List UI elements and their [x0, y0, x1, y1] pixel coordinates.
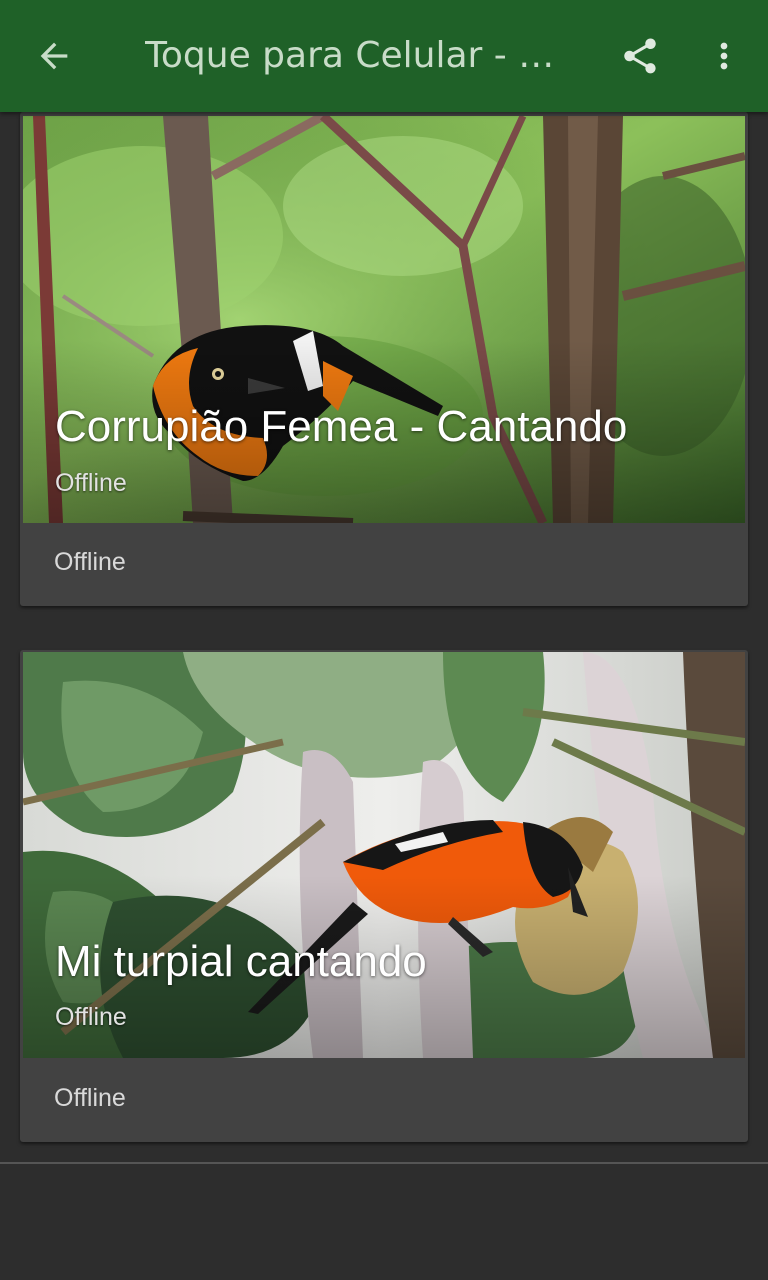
bird-photo: [23, 652, 745, 1058]
app-bar: Toque para Celular - Corrupião: [0, 0, 768, 112]
share-icon: [624, 38, 656, 74]
ringtone-card[interactable]: Corrupião Femea - Cantando Offline Offli…: [20, 112, 748, 606]
card-image[interactable]: Mi turpial cantando Offline: [23, 652, 745, 1058]
page-title: Toque para Celular - Corrupião: [145, 35, 575, 76]
share-button[interactable]: [606, 22, 674, 90]
bird-photo: [23, 116, 745, 523]
card-status: Offline: [54, 1084, 126, 1112]
ringtone-card[interactable]: Mi turpial cantando Offline Offline: [20, 650, 748, 1142]
arrow-left-icon: [40, 42, 68, 70]
more-vert-icon: [720, 42, 728, 70]
more-options-button[interactable]: [690, 22, 758, 90]
card-subtitle: Offline: [55, 469, 127, 497]
bottom-divider: [0, 1162, 768, 1164]
card-title: Mi turpial cantando: [55, 937, 427, 986]
back-button[interactable]: [20, 22, 88, 90]
card-image[interactable]: Corrupião Femea - Cantando Offline: [23, 116, 745, 523]
card-title: Corrupião Femea - Cantando: [55, 402, 628, 451]
card-subtitle: Offline: [55, 1003, 127, 1031]
card-status: Offline: [54, 548, 126, 576]
